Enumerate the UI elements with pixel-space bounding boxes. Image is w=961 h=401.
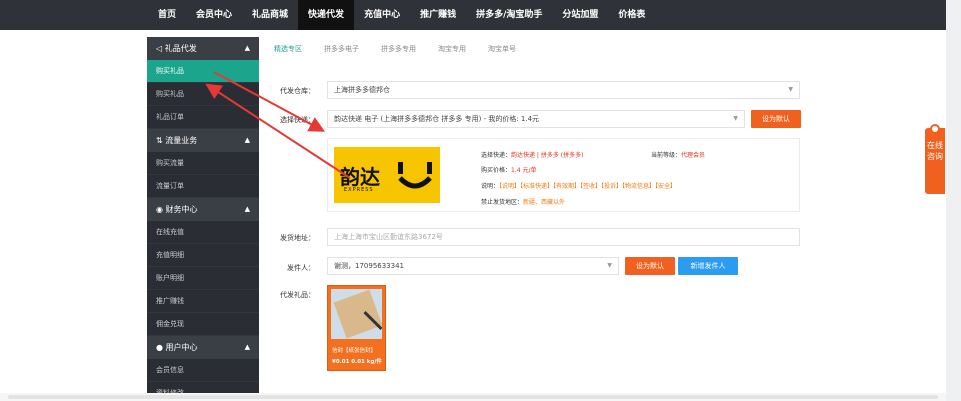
- tab[interactable]: 精选专区: [274, 44, 302, 54]
- finance-icon: ◉: [156, 205, 166, 214]
- current-courier-label: 选择快递：: [481, 152, 512, 159]
- address-label: 发货地址：: [280, 234, 315, 242]
- sidebar-group-header[interactable]: ◁ 礼品代发 ▲: [147, 37, 259, 60]
- courier-label: 选择快递：: [280, 116, 315, 124]
- forbid-label: 禁止发货地区：: [481, 199, 524, 206]
- gift-price: ¥0.01 0.01 kg/件: [332, 359, 382, 365]
- sidebar-group-title: 用户中心: [165, 343, 198, 352]
- logo-text: 韵达: [340, 165, 380, 189]
- nav-item[interactable]: 会员中心: [186, 0, 242, 30]
- consult-icon: [930, 124, 940, 134]
- chevron-down-icon: ▼: [607, 262, 612, 269]
- price-label: 购买价格：: [481, 167, 512, 174]
- note-value: 【说明】【标准快递】【有效期】【签收】【投诉】【物流信息】【安全】: [499, 183, 677, 190]
- tab[interactable]: 淘宝单号: [488, 44, 516, 54]
- gift-card[interactable]: 信封【纸张信封】 ¥0.01 0.01 kg/件: [327, 285, 386, 371]
- courier-panel: 韵达 EXPRESS 选择快递：韵达快递 | 拼多多 (拼多多) 当前等级：代理…: [327, 138, 800, 212]
- warehouse-select[interactable]: 上海拼多多德邦仓 ▼: [327, 81, 800, 99]
- envelope-image: [331, 289, 382, 339]
- caret-up-icon: ▲: [244, 44, 250, 52]
- sidebar-item[interactable]: 会员信息: [147, 359, 259, 382]
- tab[interactable]: 拼多多专用: [381, 44, 416, 54]
- sidebar-item[interactable]: 在线充值: [147, 221, 259, 244]
- horizontal-scrollbar[interactable]: [0, 393, 946, 401]
- traffic-icon: ⇅: [156, 136, 166, 145]
- sidebar-item[interactable]: 充值明细: [147, 244, 259, 267]
- gift-name: 信封【纸张信封】: [332, 348, 377, 354]
- nav-item[interactable]: 快递代发: [298, 0, 355, 30]
- page: 首页 会员中心 礼品商城 快递代发 充值中心 推广赚钱 拼多多/淘宝助手 分站加盟 价格表 ◁ …: [0, 0, 961, 401]
- level-label: 当前等级：: [651, 152, 682, 159]
- courier-select[interactable]: 韵达快递 电子 (上海拼多多德邦仓 拼多多 专用) - 我的价格: 1.4元 ▼: [327, 110, 745, 128]
- sidebar-item[interactable]: 流量订单: [147, 175, 259, 198]
- tab[interactable]: 淘宝专用: [438, 44, 466, 54]
- nav-item[interactable]: 拼多多/淘宝助手: [466, 0, 552, 30]
- sidebar-item[interactable]: 购买礼品: [147, 83, 259, 106]
- caret-up-icon: ▲: [244, 343, 250, 351]
- warehouse-value: 上海拼多多德邦仓: [334, 86, 390, 94]
- right-gutter: [946, 0, 961, 401]
- note-label: 说明：: [481, 183, 500, 190]
- nav-item[interactable]: 价格表: [608, 0, 655, 30]
- forbid-value: 新疆、西藏以外: [523, 199, 566, 206]
- top-navigation: 首页 会员中心 礼品商城 快递代发 充值中心 推广赚钱 拼多多/淘宝助手 分站加盟 价格表: [0, 0, 946, 30]
- sidebar-group-title: 财务中心: [165, 205, 198, 214]
- sidebar-item[interactable]: 购买礼品: [147, 60, 259, 83]
- sender-label: 发件人：: [287, 264, 315, 272]
- current-courier-value: 韵达快递 | 拼多多 (拼多多): [511, 152, 584, 159]
- set-default-sender-button[interactable]: 设为默认: [625, 257, 675, 275]
- sidebar: ◁ 礼品代发 ▲ 购买礼品 购买礼品 礼品订单 ⇅ 流量业务 ▲ 购买流量 流量订单 ◉ 财务中心…: [147, 37, 259, 401]
- nav-item[interactable]: 首页: [148, 0, 186, 30]
- courier-value: 韵达快递 电子 (上海拼多多德邦仓 拼多多 专用) - 我的价格: 1.4元: [334, 115, 540, 123]
- price-value: 1.4 元/单: [511, 167, 537, 174]
- warehouse-label: 代发仓库：: [280, 87, 315, 95]
- nav-item[interactable]: 推广赚钱: [410, 0, 466, 30]
- nav-item[interactable]: 礼品商城: [242, 0, 298, 30]
- category-tabs: 精选专区 拼多多电子 拼多多专用 淘宝专用 淘宝单号: [274, 44, 538, 54]
- sidebar-item[interactable]: 推广赚钱: [147, 290, 259, 313]
- yunda-logo: 韵达 EXPRESS: [334, 147, 440, 203]
- level-value: 代理会员: [681, 152, 706, 159]
- consult-text: 在线咨询: [927, 141, 943, 161]
- chevron-down-icon: ▼: [733, 115, 738, 122]
- sidebar-item[interactable]: 账户明细: [147, 267, 259, 290]
- caret-up-icon: ▲: [244, 205, 250, 213]
- nav-item[interactable]: 充值中心: [354, 0, 410, 30]
- smile-icon: [398, 162, 432, 189]
- send-icon: ◁: [156, 44, 165, 53]
- add-sender-button[interactable]: 新增发件人: [678, 257, 738, 275]
- sidebar-group-header[interactable]: ⇅ 流量业务 ▲: [147, 129, 259, 152]
- chevron-down-icon: ▼: [788, 86, 793, 93]
- nav-item[interactable]: 分站加盟: [552, 0, 608, 30]
- caret-up-icon: ▲: [244, 136, 250, 144]
- sidebar-group-header[interactable]: ◉ 财务中心 ▲: [147, 198, 259, 221]
- set-default-courier-button[interactable]: 设为默认: [751, 110, 801, 128]
- sidebar-group-title: 流量业务: [165, 136, 198, 145]
- online-consult-button[interactable]: 在线咨询: [925, 124, 945, 194]
- logo-sub: EXPRESS: [344, 187, 374, 193]
- sender-value: 谢测，17095633341: [334, 262, 404, 270]
- tab[interactable]: 拼多多电子: [324, 44, 359, 54]
- sidebar-item[interactable]: 佣金兑现: [147, 313, 259, 336]
- sidebar-item[interactable]: 购买流量: [147, 152, 259, 175]
- sidebar-group-header[interactable]: ● 用户中心 ▲: [147, 336, 259, 359]
- nav-items: 首页 会员中心 礼品商城 快递代发 充值中心 推广赚钱 拼多多/淘宝助手 分站加盟 价格表: [148, 0, 655, 30]
- address-field[interactable]: 上海上海市宝山区勤谊东路3672号: [327, 228, 800, 246]
- sidebar-item[interactable]: 礼品订单: [147, 106, 259, 129]
- sidebar-group-title: 礼品代发: [164, 44, 197, 53]
- gift-label: 代发礼品：: [280, 291, 315, 299]
- user-icon: ●: [156, 343, 166, 352]
- sender-select[interactable]: 谢测，17095633341 ▼: [327, 257, 619, 275]
